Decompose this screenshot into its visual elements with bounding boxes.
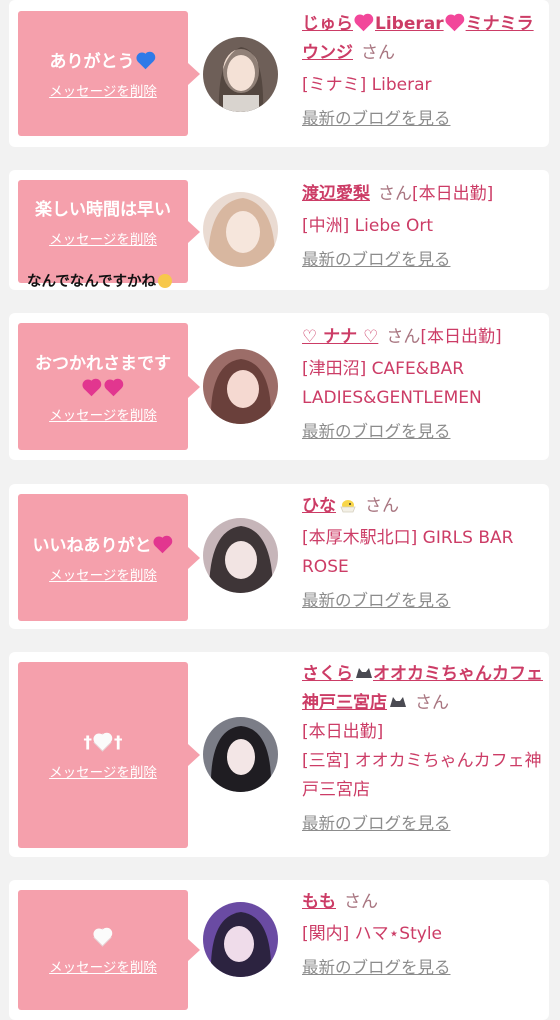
message-bubble: いいねありがと メッセージを削除 (18, 494, 200, 621)
card-info: 渡辺愛梨 さん[本日出勤] [中洲] Liebe Ort 最新のブログを見る (302, 180, 547, 271)
message-card: 楽しい時間は早い メッセージを削除 なんでなんですかね 渡辺愛梨 さん[本日出勤]… (9, 170, 549, 290)
user-name-link[interactable]: じゅら Liberar ミナミラウンジ (302, 14, 534, 63)
delete-message-link[interactable]: メッセージを削除 (49, 228, 157, 248)
message-bubble: † † メッセージを削除 (18, 662, 200, 848)
delete-message-link[interactable]: メッセージを削除 (49, 564, 157, 584)
card-info: ひな さん [本厚木駅北口] GIRLS BAR ROSE 最新のブログを見る (302, 492, 547, 612)
name-line: ひな さん (302, 492, 547, 521)
message-bubble: おつかれさまです メッセージを削除 (18, 323, 200, 450)
heart-decoration-icon (94, 734, 111, 751)
card-info: じゅら Liberar ミナミラウンジ さん [ミナミ] Liberar 最新のブログ… (302, 10, 547, 130)
message-card: メッセージを削除 もも さん [関内] ハマ⋆Style 最新のブログを見る (9, 880, 549, 1020)
card-info: もも さん [関内] ハマ⋆Style 最新のブログを見る (302, 888, 547, 979)
message-text (92, 924, 114, 952)
heart-with-ribbon-icon (154, 537, 170, 553)
pleading-face-icon (158, 274, 173, 288)
honorific: さん (344, 892, 378, 912)
delete-message-link[interactable]: メッセージを削除 (49, 404, 157, 424)
message-extra-text: なんでなんですかね (27, 270, 173, 291)
latest-blog-link[interactable]: 最新のブログを見る (302, 590, 547, 612)
blue-heart-icon (137, 53, 153, 69)
shop-name: [本厚木駅北口] GIRLS BAR ROSE (302, 528, 514, 577)
message-text: おつかれさまです (35, 353, 171, 374)
shop-name: [中洲] Liebe Ort (302, 216, 434, 236)
two-hearts-icon (81, 378, 125, 400)
message-bubble: 楽しい時間は早い メッセージを削除 (18, 180, 200, 283)
message-card: おつかれさまです メッセージを削除 ♡ ナナ ♡ さん[本日出勤] [津田沼] C… (9, 313, 549, 460)
name-line: 渡辺愛梨 さん[本日出勤] (302, 180, 547, 209)
delete-message-link[interactable]: メッセージを削除 (49, 956, 157, 976)
hatching-chick-icon (340, 500, 356, 513)
avatar[interactable] (203, 518, 278, 593)
user-name-link[interactable]: もも (302, 892, 336, 912)
shop-name: [三宮] オオカミちゃんカフェ神戸三宮店 (302, 751, 542, 800)
message-text: いいねありがと (33, 532, 174, 560)
message-text: 楽しい時間は早い (35, 200, 171, 220)
honorific: さん (378, 184, 412, 204)
user-name-link[interactable]: ひな (302, 496, 357, 516)
name-line: もも さん (302, 888, 547, 917)
avatar[interactable] (203, 349, 278, 424)
honorific: さん (386, 327, 421, 347)
message-text: ありがとう (50, 48, 157, 76)
delete-message-link[interactable]: メッセージを削除 (49, 80, 157, 100)
message-card: ありがとう メッセージを削除 じゅら Liberar ミナミラウンジ さん [ミナミ]… (9, 0, 549, 147)
avatar[interactable] (203, 37, 278, 112)
avatar[interactable] (203, 717, 278, 792)
avatar[interactable] (203, 192, 278, 267)
white-heart-icon (94, 929, 111, 946)
latest-blog-link[interactable]: 最新のブログを見る (302, 813, 547, 835)
message-text: † † (83, 733, 123, 753)
card-info: ♡ ナナ ♡ さん[本日出勤] [津田沼] CAFE&BAR LADIES&GEN… (302, 323, 547, 443)
name-line: さくら オオカミちゃんカフェ神戸三宮店 さん (302, 660, 547, 718)
shop-name: [関内] ハマ⋆Style (302, 924, 443, 944)
delete-message-link[interactable]: メッセージを削除 (49, 761, 157, 781)
name-line: ♡ ナナ ♡ さん[本日出勤] (302, 323, 547, 352)
status-tag: [本日出勤] (302, 722, 384, 742)
message-bubble: ありがとう メッセージを削除 (18, 11, 200, 136)
wolf-icon (356, 668, 372, 678)
status-tag: [本日出勤] (420, 327, 502, 347)
honorific: さん (415, 693, 449, 713)
latest-blog-link[interactable]: 最新のブログを見る (302, 249, 547, 271)
honorific: さん (361, 43, 395, 63)
shop-name: [津田沼] CAFE&BAR LADIES&GENTLEMEN (302, 359, 482, 408)
message-bubble: メッセージを削除 (18, 890, 200, 1010)
pink-heart-icon (355, 15, 372, 32)
card-info: さくら オオカミちゃんカフェ神戸三宮店 さん [本日出勤] [三宮] オオカミちゃん… (302, 660, 547, 835)
message-card: いいねありがと メッセージを削除 ひな さん [本厚木駅北口] GIRLS BAR… (9, 484, 549, 629)
latest-blog-link[interactable]: 最新のブログを見る (302, 421, 547, 443)
honorific: さん (365, 496, 399, 516)
pink-heart-icon (446, 15, 462, 32)
shop-name: [ミナミ] Liberar (302, 75, 432, 95)
avatar[interactable] (203, 902, 278, 977)
message-card: † † メッセージを削除 さくら オオカミちゃんカフェ神戸三宮店 さん [本日出勤] … (9, 652, 549, 857)
user-name-link[interactable]: ♡ ナナ ♡ (302, 327, 378, 347)
status-tag: [本日出勤] (412, 184, 494, 204)
name-line: じゅら Liberar ミナミラウンジ さん (302, 10, 547, 68)
latest-blog-link[interactable]: 最新のブログを見る (302, 108, 547, 130)
latest-blog-link[interactable]: 最新のブログを見る (302, 957, 547, 979)
user-name-link[interactable]: 渡辺愛梨 (302, 184, 370, 204)
wolf-icon (390, 697, 406, 707)
